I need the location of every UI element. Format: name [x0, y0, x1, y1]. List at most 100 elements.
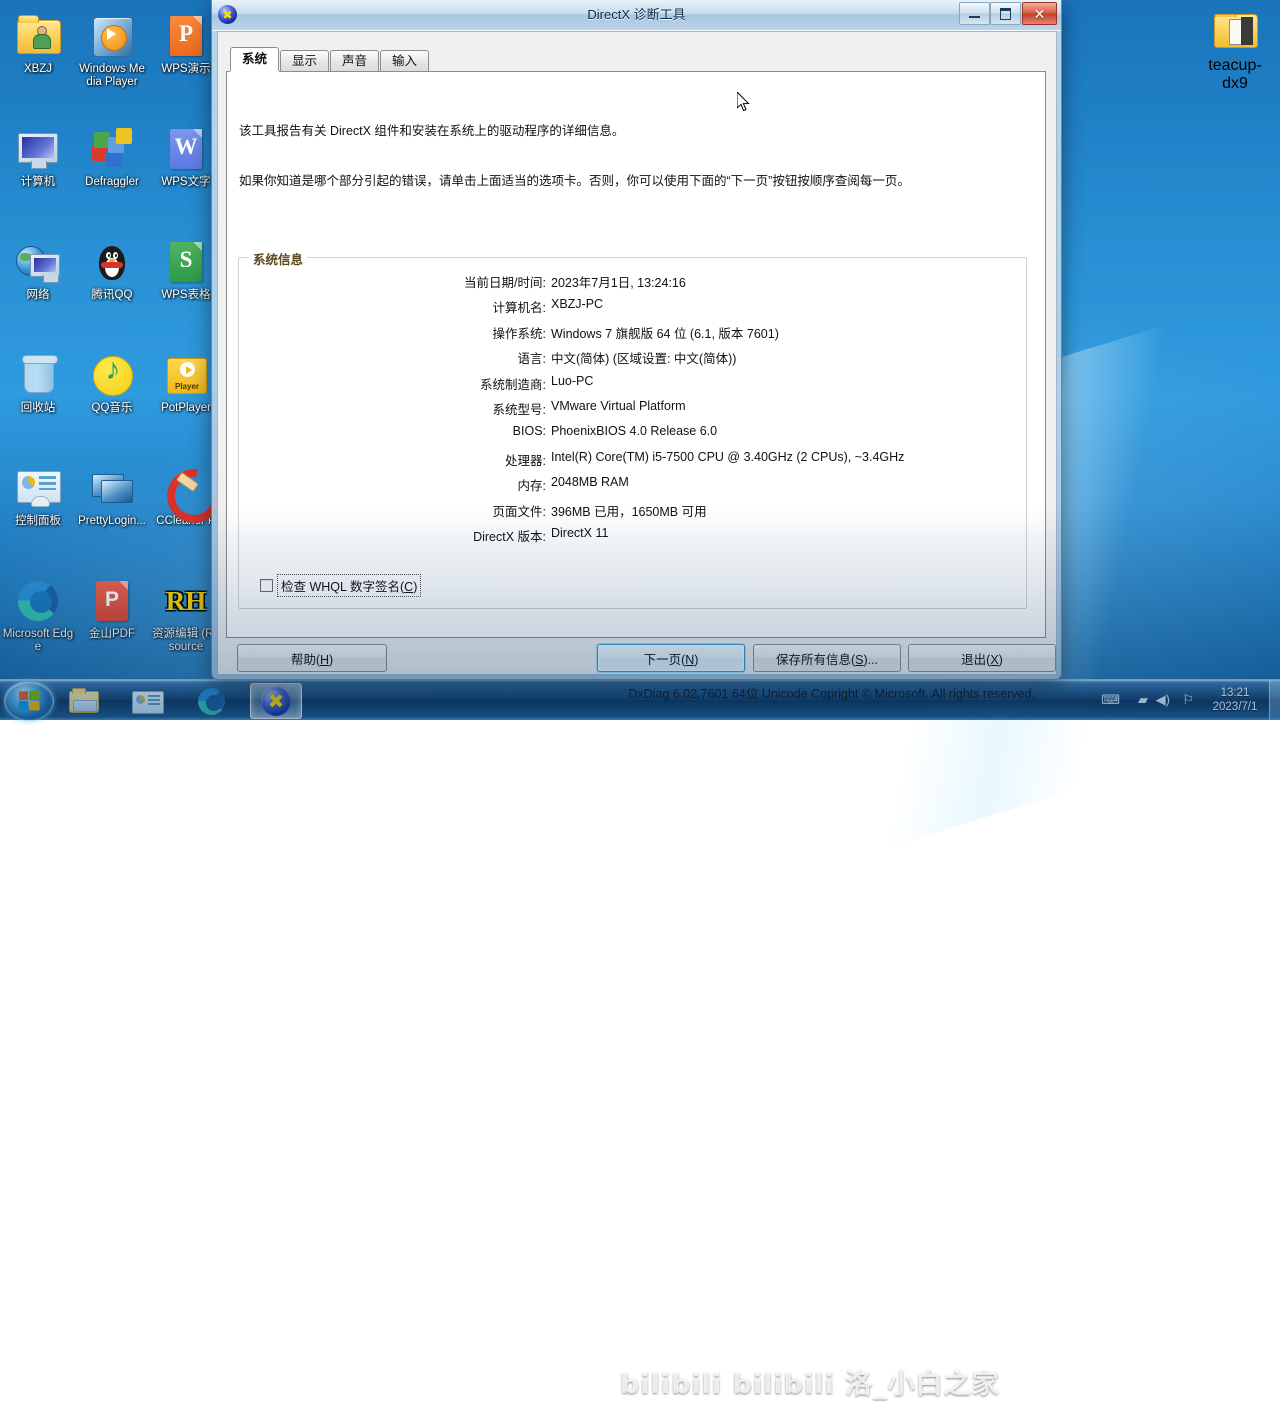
- network-icon: [14, 238, 62, 286]
- desktop-icon-label: Windows Media Player: [79, 63, 145, 88]
- exit-button[interactable]: 退出(X): [908, 644, 1056, 672]
- clock-time: 13:21: [1220, 687, 1250, 699]
- info-key: 操作系统:: [492, 326, 546, 341]
- info-row-system-model: 系统型号: VMware Virtual Platform: [239, 399, 1026, 424]
- info-key: 页面文件:: [492, 504, 546, 519]
- edge-icon: [198, 688, 225, 715]
- info-value: 中文(简体) (区域设置: 中文(简体)): [551, 352, 737, 367]
- whql-checkbox-label[interactable]: 检查 WHQL 数字签名(C): [277, 574, 422, 597]
- minimize-button[interactable]: [959, 2, 990, 25]
- desktop-icon-defraggler[interactable]: Defraggler: [76, 125, 148, 189]
- close-button[interactable]: ✕: [1022, 2, 1057, 25]
- info-value: 2023年7月1日, 13:24:16: [551, 276, 686, 290]
- control-panel-icon: [14, 464, 62, 512]
- prettylogin-icon: [88, 464, 136, 512]
- tab-strip: 系统 显示 声音 输入: [230, 47, 430, 71]
- desktop-icon-windows-media-player[interactable]: Windows Media Player: [76, 12, 148, 89]
- start-button[interactable]: [4, 681, 54, 721]
- desktop-icon-label: 金山PDF: [89, 628, 135, 640]
- info-value: PhoenixBIOS 4.0 Release 6.0: [551, 424, 718, 439]
- info-row-operating-system: 操作系统: Windows 7 旗舰版 64 位 (6.1, 版本 7601): [239, 323, 1026, 348]
- info-row-bios: BIOS: PhoenixBIOS 4.0 Release 6.0: [239, 424, 1026, 449]
- desktop-background: XBZJ Windows Media Player P WPS演示 计算机 De…: [0, 0, 1280, 1400]
- window-titlebar[interactable]: DirectX 诊断工具 ✕: [212, 0, 1061, 31]
- groupbox-label: 系统信息: [249, 249, 308, 268]
- info-value: Luo-PC: [551, 373, 594, 388]
- desktop-icon-label: XBZJ: [23, 63, 53, 75]
- info-key: 处理器:: [505, 453, 546, 468]
- tab-system[interactable]: 系统: [230, 47, 280, 71]
- desktop-icon-label: PrettyLogin...: [78, 515, 146, 527]
- info-row-language: 语言: 中文(简体) (区域设置: 中文(简体)): [239, 348, 1026, 373]
- windows-logo-icon: [18, 690, 40, 711]
- resource-hacker-icon: RH: [165, 586, 207, 616]
- taskbar-button-windows-explorer[interactable]: [62, 683, 104, 717]
- desktop-icon-recycle-bin[interactable]: 回收站: [2, 351, 74, 415]
- wps-writer-icon: W: [162, 125, 210, 173]
- windows-media-player-icon: [88, 12, 136, 60]
- dxdiag-icon: ✖: [261, 686, 291, 716]
- keyboard-icon[interactable]: ⌨: [1101, 693, 1120, 706]
- desktop-icon-network[interactable]: 网络: [2, 238, 74, 302]
- desktop-icon-tencent-qq[interactable]: 腾讯QQ: [76, 238, 148, 302]
- info-key: 内存:: [517, 479, 546, 494]
- kingsoft-pdf-icon: P: [88, 577, 136, 625]
- info-row-memory: 内存: 2048MB RAM: [239, 475, 1026, 500]
- info-row-date-time: 当前日期/时间: 2023年7月1日, 13:24:16: [239, 272, 1026, 297]
- info-key: 系统型号:: [492, 403, 546, 417]
- taskbar-button-dxdiag[interactable]: ✖: [250, 683, 302, 719]
- whql-checkbox[interactable]: [260, 579, 273, 592]
- desktop-icon-prettylogin[interactable]: PrettyLogin...: [76, 464, 148, 528]
- tab-input[interactable]: 输入: [380, 50, 430, 71]
- desktop-icon-qq-music[interactable]: QQ音乐: [76, 351, 148, 415]
- info-value: VMware Virtual Platform: [551, 399, 686, 413]
- desktop-icon-teacup-dx9[interactable]: teacup-dx9: [1199, 6, 1271, 93]
- clock-date: 2023/7/1: [1212, 701, 1258, 713]
- maximize-button[interactable]: [990, 2, 1021, 25]
- desktop-icon-xbzj[interactable]: XBZJ: [2, 12, 74, 76]
- show-desktop-button[interactable]: [1269, 680, 1280, 720]
- window-body: 系统 显示 声音 输入 该工具报告有关 DirectX 组件和安装在系统上的驱动…: [217, 31, 1057, 701]
- tab-display[interactable]: 显示: [280, 50, 330, 71]
- recycle-bin-icon: [14, 351, 62, 399]
- potplayer-icon: Player: [162, 351, 210, 399]
- next-page-button[interactable]: 下一页(N): [597, 644, 745, 672]
- help-button[interactable]: 帮助(H): [237, 644, 387, 672]
- description-line-1: 该工具报告有关 DirectX 组件和安装在系统上的驱动程序的详细信息。: [239, 124, 625, 138]
- info-value: Windows 7 旗舰版 64 位 (6.1, 版本 7601): [551, 326, 779, 341]
- info-key: 当前日期/时间:: [464, 276, 546, 290]
- whql-checkbox-group[interactable]: 检查 WHQL 数字签名(C): [260, 574, 422, 597]
- desktop-icon-label: 网络: [26, 289, 50, 301]
- taskbar-button-control-panel[interactable]: [126, 683, 168, 717]
- info-value: XBZJ-PC: [551, 297, 604, 312]
- clock[interactable]: 13:21 2023/7/1: [1204, 686, 1266, 714]
- bilibili-watermark: bilibili bilibili 洛_小白之家: [620, 1368, 1000, 1400]
- info-value: 396MB 已用，1650MB 可用: [551, 504, 707, 519]
- desktop-icon-label: QQ音乐: [91, 402, 133, 414]
- desktop-icon-label: 计算机: [20, 176, 56, 188]
- microsoft-edge-icon: [14, 577, 62, 625]
- desktop-icon-kingsoft-pdf[interactable]: P 金山PDF: [76, 577, 148, 641]
- desktop-icon-microsoft-edge[interactable]: Microsoft Edge: [2, 577, 74, 654]
- tab-sound[interactable]: 声音: [330, 50, 380, 71]
- wps-presentation-icon: P: [162, 12, 210, 60]
- qq-music-icon: [88, 351, 136, 399]
- ccleaner-icon: [156, 458, 232, 534]
- desktop-icon-control-panel[interactable]: 控制面板: [2, 464, 74, 528]
- folder-icon: [1211, 6, 1259, 54]
- action-center-icon[interactable]: ⚐: [1182, 693, 1194, 706]
- wps-spreadsheet-icon: S: [162, 238, 210, 286]
- info-row-processor: 处理器: Intel(R) Core(TM) i5-7500 CPU @ 3.4…: [239, 450, 1026, 475]
- info-row-computer-name: 计算机名: XBZJ-PC: [239, 297, 1026, 322]
- info-key: BIOS:: [512, 424, 546, 439]
- info-value: Intel(R) Core(TM) i5-7500 CPU @ 3.40GHz …: [551, 449, 905, 464]
- dxdiag-window: DirectX 诊断工具 ✕ 系统 显示 声音 输入 该工具报告有关 Direc…: [211, 0, 1062, 701]
- desktop-icon-label: 腾讯QQ: [91, 289, 133, 301]
- taskbar-button-microsoft-edge[interactable]: [190, 683, 232, 717]
- volume-icon[interactable]: ◀): [1156, 693, 1170, 706]
- info-value: DirectX 11: [551, 526, 609, 540]
- desktop-icon-computer[interactable]: 计算机: [2, 125, 74, 189]
- network-icon[interactable]: ▰: [1138, 693, 1148, 706]
- save-all-info-button[interactable]: 保存所有信息(S)...: [753, 644, 901, 672]
- info-value: 2048MB RAM: [551, 475, 629, 490]
